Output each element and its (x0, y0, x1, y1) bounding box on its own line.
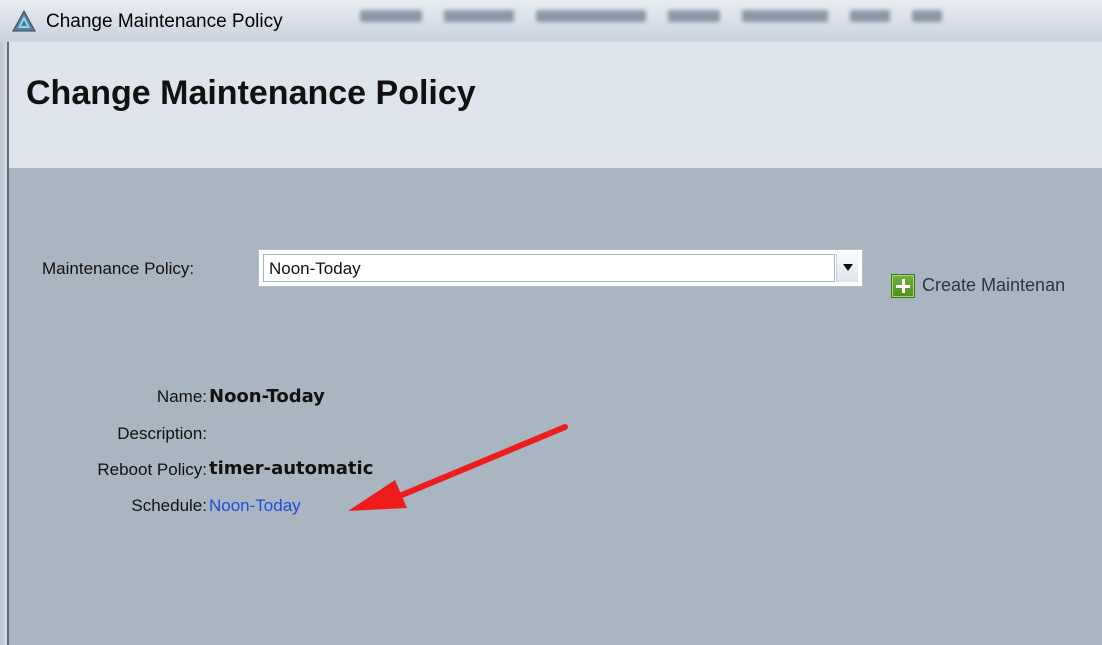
chevron-down-icon[interactable] (836, 254, 858, 282)
schedule-link[interactable]: Noon-Today (209, 496, 301, 516)
maintenance-policy-value: Noon-Today (269, 259, 361, 278)
reboot-policy-label: Reboot Policy: (97, 460, 207, 479)
description-label: Description: (117, 424, 207, 443)
name-label: Name: (156, 387, 207, 406)
header-band: Change Maintenance Policy (9, 42, 1102, 168)
maintenance-policy-label: Maintenance Policy: (42, 259, 195, 278)
background-window-tabs (360, 10, 942, 22)
create-maintenance-policy-label: Create Maintenan (922, 275, 1066, 295)
dialog-window: Change Maintenance Policy Change Mainten… (0, 0, 1102, 645)
window-title: Change Maintenance Policy (46, 11, 283, 32)
reboot-policy-value: timer-automatic (209, 458, 374, 479)
triangle-logo-icon (12, 10, 36, 32)
content-panel: Maintenance Policy: Noon-Today Create Ma… (9, 168, 1102, 645)
name-value: Noon-Today (209, 386, 325, 407)
window-frame-left (0, 42, 7, 645)
page-title: Change Maintenance Policy (26, 74, 476, 112)
maintenance-policy-select-field[interactable]: Noon-Today (263, 254, 835, 282)
maintenance-policy-select[interactable]: Noon-Today (258, 249, 863, 287)
plus-icon (891, 274, 915, 298)
title-bar[interactable]: Change Maintenance Policy (0, 0, 1102, 42)
schedule-label: Schedule: (131, 496, 207, 515)
